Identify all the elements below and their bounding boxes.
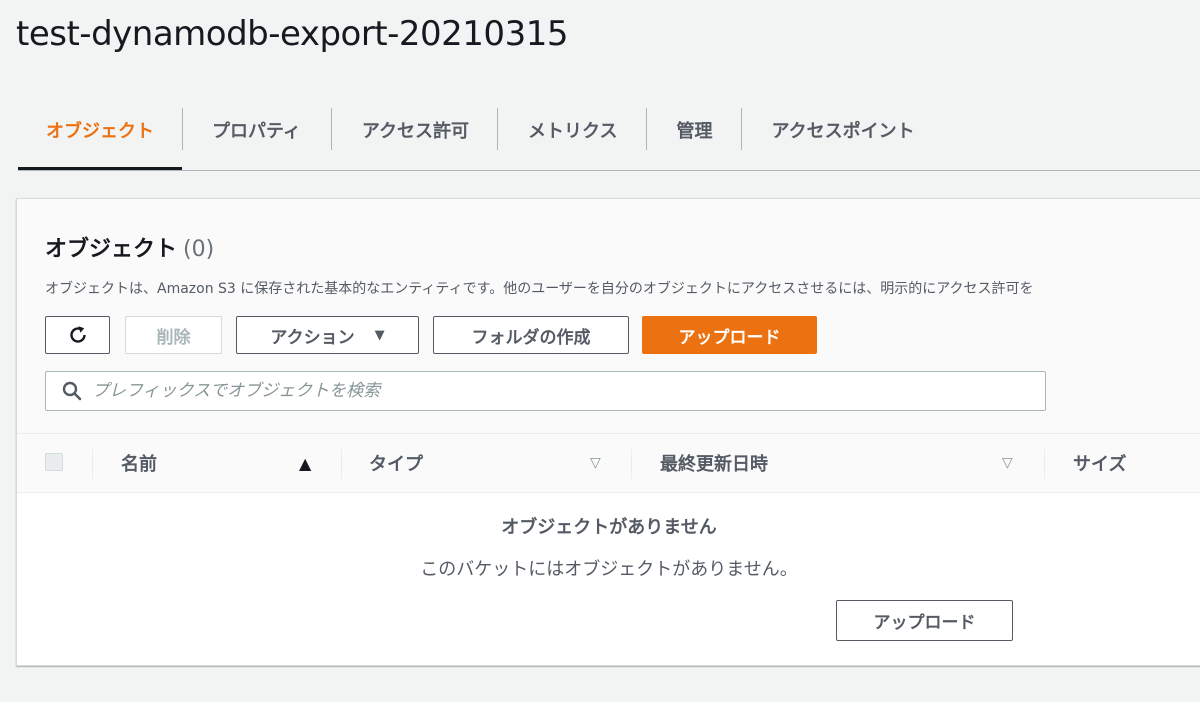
column-divider xyxy=(631,449,632,479)
tab-objects[interactable]: オブジェクト xyxy=(18,108,182,170)
tab-management[interactable]: 管理 xyxy=(647,108,741,151)
sort-unsorted-icon[interactable]: ▽ xyxy=(1002,434,1013,492)
object-search[interactable] xyxy=(45,371,1046,411)
column-name[interactable]: 名前 xyxy=(121,434,157,492)
search-input[interactable] xyxy=(92,381,992,401)
select-all-checkbox[interactable] xyxy=(45,453,63,471)
objects-panel-title: オブジェクト (0) xyxy=(45,231,214,263)
page-title: test-dynamodb-export-20210315 xyxy=(16,14,568,54)
sort-ascending-icon[interactable]: ▲ xyxy=(299,434,311,492)
tab-access-points-label: アクセスポイント xyxy=(771,120,915,142)
actions-label: アクション xyxy=(270,327,355,348)
sort-unsorted-icon[interactable]: ▽ xyxy=(590,434,601,492)
objects-panel-title-text: オブジェクト xyxy=(45,237,178,262)
column-divider xyxy=(92,449,93,479)
tab-bar: オブジェクト プロパティ アクセス許可 メトリクス 管理 アクセスポイント xyxy=(18,108,1200,171)
delete-button[interactable]: 削除 xyxy=(125,316,222,354)
upload-button[interactable]: アップロード xyxy=(642,316,817,354)
tab-objects-label: オブジェクト xyxy=(46,120,154,142)
tab-management-label: 管理 xyxy=(676,120,713,142)
column-divider xyxy=(341,449,342,479)
table-header: 名前 ▲ タイプ ▽ 最終更新日時 ▽ サイズ xyxy=(17,434,1200,493)
objects-panel-header: オブジェクト (0) オブジェクトは、Amazon S3 に保存された基本的なエン… xyxy=(17,199,1200,434)
objects-panel: オブジェクト (0) オブジェクトは、Amazon S3 に保存された基本的なエン… xyxy=(16,198,1200,666)
caret-down-icon: ▼ xyxy=(374,327,385,343)
column-size[interactable]: サイズ xyxy=(1073,434,1126,492)
tab-permissions[interactable]: アクセス許可 xyxy=(332,108,497,151)
column-last-modified[interactable]: 最終更新日時 xyxy=(660,434,768,492)
empty-state-description: このバケットにはオブジェクトがありません。 xyxy=(420,559,798,580)
tab-properties-label: プロパティ xyxy=(212,120,301,142)
column-type[interactable]: タイプ xyxy=(369,434,423,492)
objects-panel-description: オブジェクトは、Amazon S3 に保存された基本的なエンティティです。他のユ… xyxy=(45,281,1034,297)
tab-permissions-label: アクセス許可 xyxy=(361,120,470,142)
empty-state-title: オブジェクトがありません xyxy=(501,517,717,538)
objects-count: (0) xyxy=(183,237,215,262)
search-icon xyxy=(62,381,82,401)
refresh-button[interactable] xyxy=(45,316,110,354)
column-divider xyxy=(1044,449,1045,479)
tab-metrics[interactable]: メトリクス xyxy=(498,108,645,151)
refresh-icon xyxy=(69,326,86,343)
empty-state-upload-button[interactable]: アップロード xyxy=(836,600,1013,641)
tab-access-points[interactable]: アクセスポイント xyxy=(742,108,943,151)
actions-dropdown-button[interactable]: アクション ▼ xyxy=(236,316,419,354)
tab-metrics-label: メトリクス xyxy=(528,120,618,142)
tab-properties[interactable]: プロパティ xyxy=(183,108,331,151)
create-folder-button[interactable]: フォルダの作成 xyxy=(433,316,629,354)
